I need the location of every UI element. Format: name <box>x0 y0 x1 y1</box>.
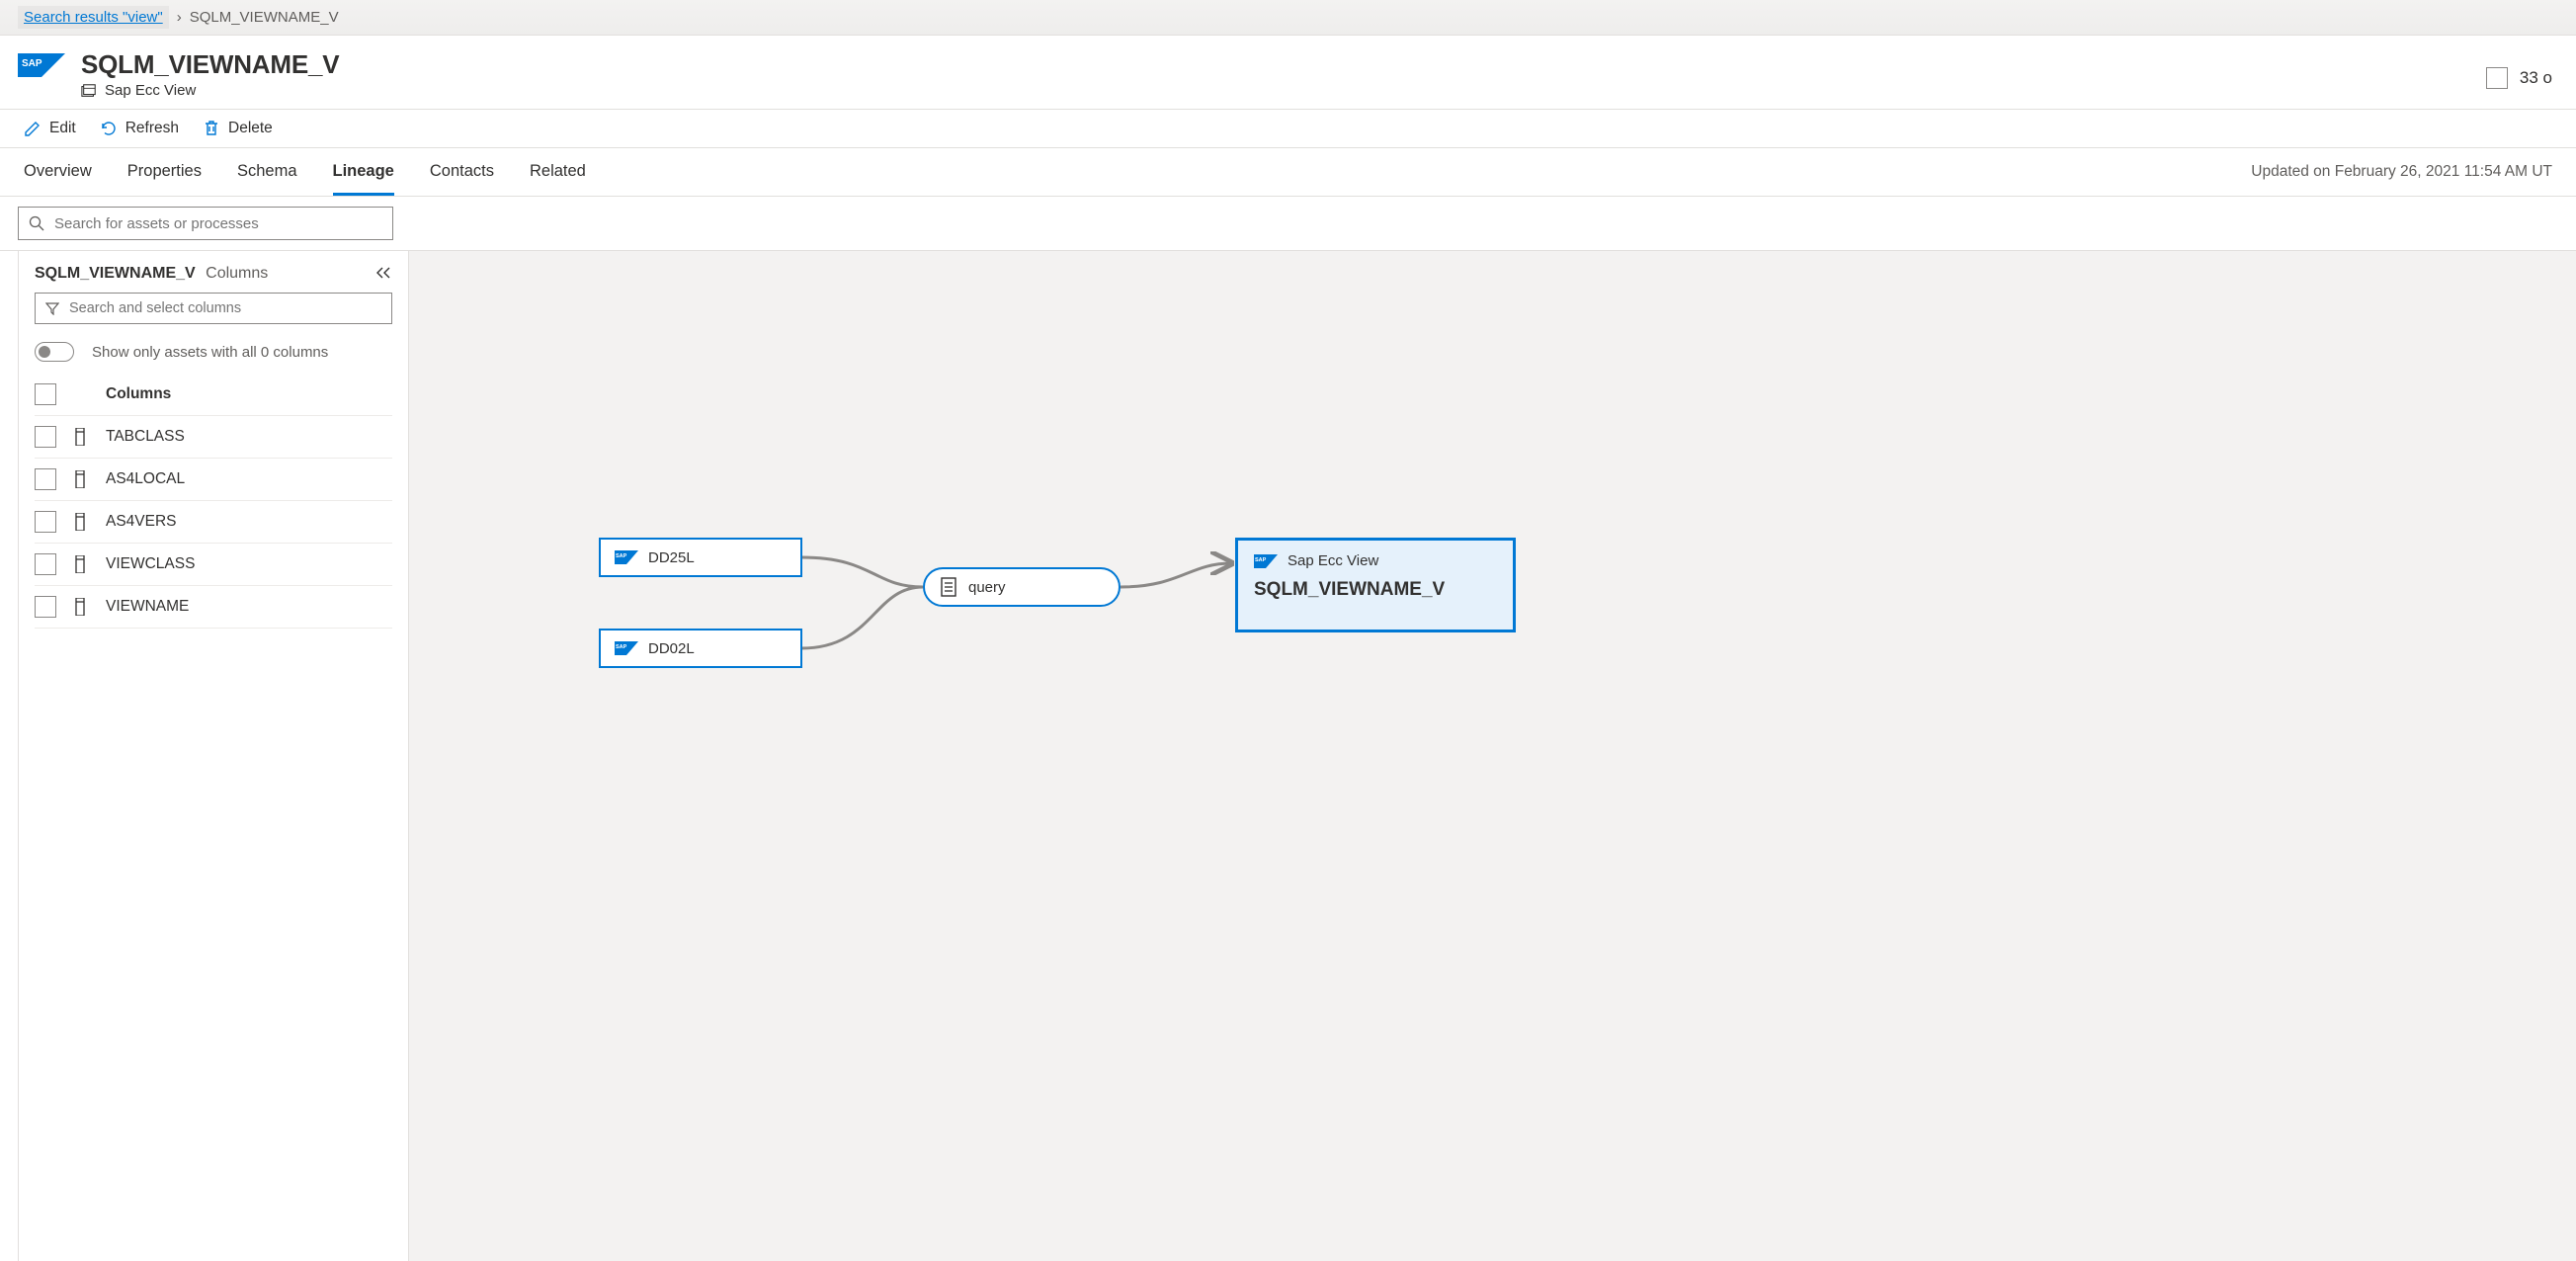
column-checkbox[interactable] <box>35 426 56 448</box>
node-label: query <box>968 579 1006 596</box>
column-icon <box>74 428 88 446</box>
column-name: VIEWCLASS <box>106 555 195 573</box>
collapse-panel-icon[interactable] <box>376 266 392 282</box>
refresh-label: Refresh <box>125 120 179 137</box>
refresh-icon <box>100 120 118 137</box>
view-type-icon <box>81 83 97 99</box>
tab-contacts[interactable]: Contacts <box>430 148 494 196</box>
sap-ecc-icon <box>615 641 638 655</box>
node-label: DD02L <box>648 640 695 657</box>
column-icon <box>74 598 88 616</box>
document-icon <box>939 577 958 597</box>
filter-icon <box>45 301 59 315</box>
columns-header-row: Columns <box>35 374 392 416</box>
column-name: AS4LOCAL <box>106 470 185 488</box>
column-icon <box>74 513 88 531</box>
page-title: SQLM_VIEWNAME_V <box>81 49 339 80</box>
sap-ecc-logo <box>18 53 65 84</box>
show-only-assets-toggle[interactable] <box>35 342 74 362</box>
edit-label: Edit <box>49 120 76 137</box>
panel-asset-name: SQLM_VIEWNAME_V <box>35 265 196 282</box>
column-name: VIEWNAME <box>106 598 189 616</box>
lineage-node-dd25l[interactable]: DD25L <box>599 538 802 577</box>
lineage-node-target[interactable]: Sap Ecc View SQLM_VIEWNAME_V <box>1235 538 1516 632</box>
tabs-bar: Overview Properties Schema Lineage Contacts R… <box>0 148 2576 197</box>
updated-on-text: Updated on February 26, 2021 11:54 AM UT <box>2251 163 2552 181</box>
columns-header-label: Columns <box>106 385 171 403</box>
sap-ecc-icon <box>615 550 638 564</box>
column-filter-input[interactable] <box>35 293 392 324</box>
breadcrumb-search-results-link[interactable]: Search results "view" <box>18 6 169 29</box>
column-row[interactable]: AS4LOCAL <box>35 459 392 501</box>
page-subtitle: Sap Ecc View <box>105 82 196 99</box>
edit-button[interactable]: Edit <box>24 120 76 137</box>
column-checkbox[interactable] <box>35 553 56 575</box>
tab-lineage[interactable]: Lineage <box>333 148 394 196</box>
breadcrumb-current: SQLM_VIEWNAME_V <box>190 9 339 26</box>
tab-properties[interactable]: Properties <box>127 148 202 196</box>
target-type-label: Sap Ecc View <box>1288 552 1378 569</box>
column-checkbox[interactable] <box>35 596 56 618</box>
column-icon <box>74 470 88 488</box>
select-checkbox[interactable] <box>2486 67 2508 89</box>
toolbar: Edit Refresh Delete <box>0 110 2576 148</box>
column-name: AS4VERS <box>106 513 177 531</box>
sap-ecc-icon <box>1254 554 1278 568</box>
column-checkbox[interactable] <box>35 468 56 490</box>
toggle-label: Show only assets with all 0 columns <box>92 344 328 361</box>
lineage-search-field[interactable] <box>54 215 382 232</box>
search-icon <box>29 215 44 231</box>
tab-related[interactable]: Related <box>530 148 586 196</box>
delete-button[interactable]: Delete <box>203 120 273 137</box>
column-checkbox[interactable] <box>35 511 56 533</box>
header-count-fragment: 33 o <box>2520 68 2552 88</box>
lineage-canvas[interactable]: DD25L DD02L query Sap Ecc View SQLM_VIEW… <box>409 251 2576 1261</box>
lineage-node-query[interactable]: query <box>923 567 1121 607</box>
column-name: TABCLASS <box>106 428 185 446</box>
delete-label: Delete <box>228 120 273 137</box>
column-icon <box>74 555 88 573</box>
trash-icon <box>203 120 220 137</box>
target-name-label: SQLM_VIEWNAME_V <box>1254 579 1445 601</box>
lineage-node-dd02l[interactable]: DD02L <box>599 629 802 668</box>
chevron-right-icon: › <box>177 9 182 26</box>
breadcrumb: Search results "view" › SQLM_VIEWNAME_V <box>0 0 2576 36</box>
column-row[interactable]: VIEWNAME <box>35 586 392 629</box>
select-all-columns-checkbox[interactable] <box>35 383 56 405</box>
column-row[interactable]: TABCLASS <box>35 416 392 459</box>
lineage-search-input[interactable] <box>18 207 393 240</box>
refresh-button[interactable]: Refresh <box>100 120 179 137</box>
panel-columns-label: Columns <box>206 265 268 282</box>
column-row[interactable]: AS4VERS <box>35 501 392 544</box>
pencil-icon <box>24 120 42 137</box>
node-label: DD25L <box>648 549 695 566</box>
column-row[interactable]: VIEWCLASS <box>35 544 392 586</box>
tab-overview[interactable]: Overview <box>24 148 92 196</box>
column-filter-field[interactable] <box>69 300 381 316</box>
page-header: SQLM_VIEWNAME_V Sap Ecc View 33 o <box>0 36 2576 110</box>
columns-panel: SQLM_VIEWNAME_V Columns Show only assets… <box>18 251 409 1261</box>
tab-schema[interactable]: Schema <box>237 148 297 196</box>
